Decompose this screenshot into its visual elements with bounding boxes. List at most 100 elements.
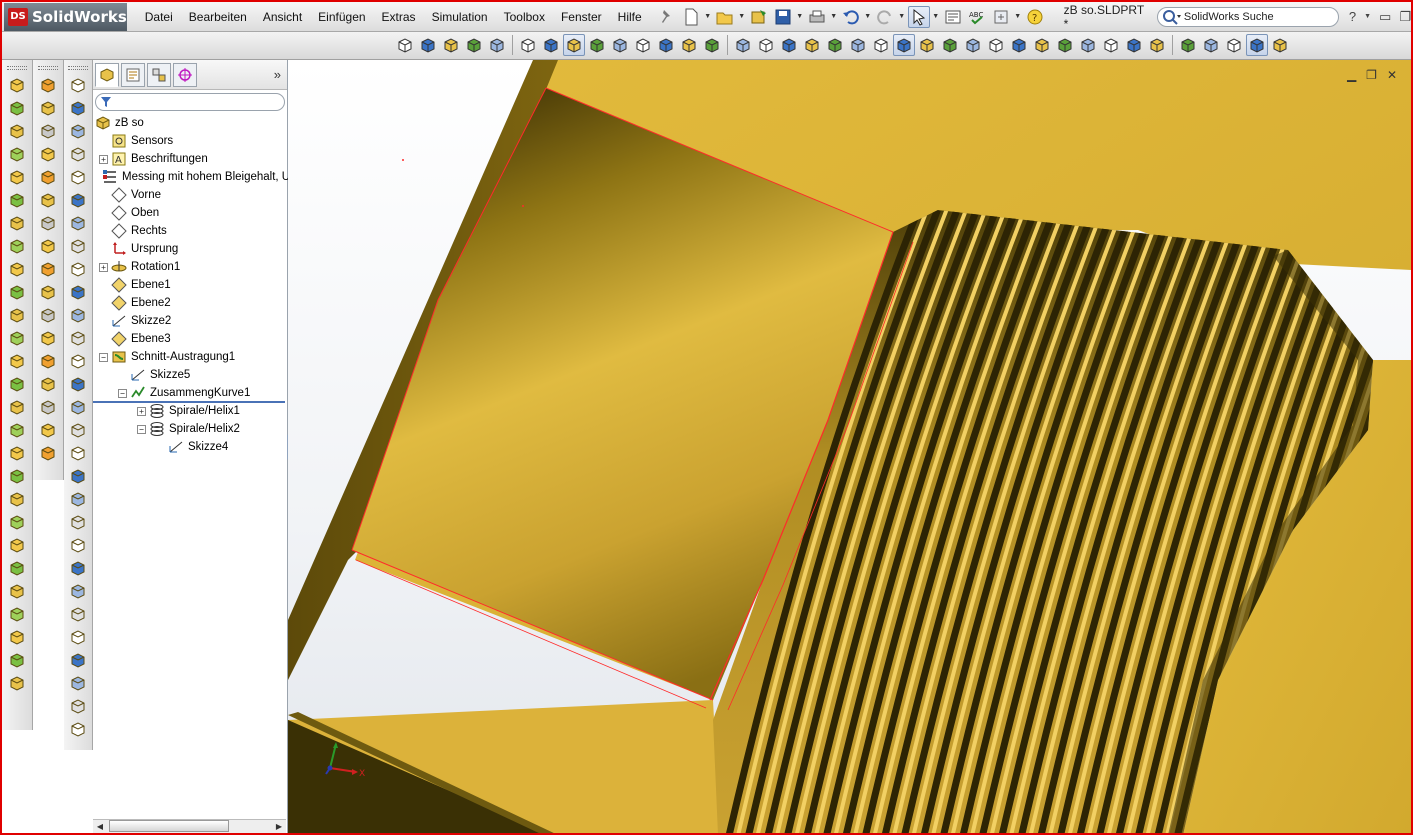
undo-dropdown-icon[interactable]: ▼ [864,13,872,20]
vtb3-tool-29-icon[interactable] [67,718,89,740]
hide-show-icon[interactable] [632,34,654,56]
spell-check-icon[interactable]: ABC [966,6,988,28]
vtb3-tool-18-icon[interactable] [67,465,89,487]
options-button[interactable] [942,6,964,28]
rebuild-button[interactable] [748,6,770,28]
vtb1-tool-7-icon[interactable] [6,212,28,234]
tab-property-manager[interactable] [121,62,145,87]
zoom-fit-icon[interactable] [394,34,416,56]
box-view-7-icon[interactable] [1146,34,1168,56]
vtb3-tool-6-icon[interactable] [67,189,89,211]
vtb1-tool-18-icon[interactable] [6,465,28,487]
vtb2-tool-6-icon[interactable] [37,189,59,211]
lightning-icon[interactable] [1246,34,1268,56]
parting-line-icon[interactable] [962,34,984,56]
scroll-right-icon[interactable]: ▶ [272,820,286,833]
open-button[interactable] [714,6,736,28]
vtb3-tool-15-icon[interactable] [67,396,89,418]
zebra-icon[interactable] [893,34,915,56]
expand-icon[interactable]: + [99,154,108,164]
previous-view-icon[interactable] [540,34,562,56]
perspective-icon[interactable] [778,34,800,56]
pan-icon[interactable] [486,34,508,56]
tree-item-zusammengkurve1[interactable]: − ZusammengKurve1 [93,384,287,402]
check-icon[interactable] [1223,34,1245,56]
view-settings-icon[interactable] [701,34,723,56]
vtb3-tool-19-icon[interactable] [67,488,89,510]
vtb2-tool-13-icon[interactable] [37,350,59,372]
vtb2-tool-17-icon[interactable] [37,442,59,464]
rollback-bar[interactable] [93,401,285,403]
box-view-1-icon[interactable] [1008,34,1030,56]
vtb3-tool-28-icon[interactable] [67,695,89,717]
help-question-icon[interactable]: ? [1349,9,1356,24]
apply-scene-icon[interactable] [678,34,700,56]
redo-button[interactable] [874,6,896,28]
vtb3-tool-8-icon[interactable] [67,235,89,257]
vtb2-tool-9-icon[interactable] [37,258,59,280]
edit-appearance-icon[interactable] [655,34,677,56]
vtb1-tool-11-icon[interactable] [6,304,28,326]
undo-button[interactable] [840,6,862,28]
restore-app-icon[interactable]: ❐ [1399,9,1411,25]
vtb2-tool-4-icon[interactable] [37,143,59,165]
pin-icon[interactable] [656,6,678,28]
box-view-5-icon[interactable] [1100,34,1122,56]
menu-ansicht[interactable]: Ansicht [255,3,310,31]
vtb1-tool-17-icon[interactable] [6,442,28,464]
vtb3-tool-22-icon[interactable] [67,557,89,579]
help-dropdown-icon[interactable]: ▼ [1364,13,1371,20]
vtb1-tool-24-icon[interactable] [6,603,28,625]
vtb1-tool-8-icon[interactable] [6,235,28,257]
vtb2-tool-7-icon[interactable] [37,212,59,234]
search-input[interactable]: SolidWorks Suche [1184,11,1274,23]
save-dropdown-icon[interactable]: ▼ [796,13,804,20]
tree-root[interactable]: zB so [93,114,287,132]
vtb3-tool-17-icon[interactable] [67,442,89,464]
vtb3-tool-2-icon[interactable] [67,97,89,119]
tree-item-schnitt-austragung1[interactable]: − Schnitt-Austragung1 [93,348,287,366]
vtb3-tool-21-icon[interactable] [67,534,89,556]
shaded-icon[interactable] [732,34,754,56]
menu-fenster[interactable]: Fenster [553,3,610,31]
vtb3-tool-14-icon[interactable] [67,373,89,395]
toolbar-grip[interactable] [68,66,88,70]
customize-toolbar-button[interactable] [990,6,1012,28]
brass-fitting-model[interactable] [288,60,1411,835]
magnet-icon[interactable] [1269,34,1291,56]
vtb2-tool-3-icon[interactable] [37,120,59,142]
measure-icon[interactable] [1177,34,1199,56]
menu-datei[interactable]: Datei [137,3,181,31]
tree-item-spirale-helix1[interactable]: + Spirale/Helix1 [93,402,287,420]
close-doc-icon[interactable]: ✕ [1387,68,1397,82]
vtb3-tool-13-icon[interactable] [67,350,89,372]
vtb1-tool-20-icon[interactable] [6,511,28,533]
box-view-4-icon[interactable] [1077,34,1099,56]
vtb3-tool-12-icon[interactable] [67,327,89,349]
print-button[interactable] [806,6,828,28]
tree-item-sensors[interactable]: Sensors [93,132,287,150]
vtb3-tool-25-icon[interactable] [67,626,89,648]
vtb2-tool-14-icon[interactable] [37,373,59,395]
collapse-icon[interactable]: − [118,388,127,398]
menu-hilfe[interactable]: Hilfe [610,3,650,31]
vtb2-tool-11-icon[interactable] [37,304,59,326]
vtb2-tool-15-icon[interactable] [37,396,59,418]
zoom-area-icon[interactable] [417,34,439,56]
tree-item-ursprung[interactable]: Ursprung [93,240,287,258]
box-view-3-icon[interactable] [1054,34,1076,56]
vtb3-tool-4-icon[interactable] [67,143,89,165]
graphics-area[interactable]: ▁ ❐ ✕ X [288,60,1411,835]
menu-simulation[interactable]: Simulation [424,3,496,31]
collapse-icon[interactable]: − [99,352,108,362]
tree-item-rechts[interactable]: Rechts [93,222,287,240]
traffic-light-icon[interactable] [1200,34,1222,56]
vtb1-tool-26-icon[interactable] [6,649,28,671]
menu-extras[interactable]: Extras [374,3,424,31]
vtb3-tool-3-icon[interactable] [67,120,89,142]
select-dropdown-icon[interactable]: ▼ [932,13,940,20]
tree-item-ebene1[interactable]: Ebene1 [93,276,287,294]
new-dropdown-icon[interactable]: ▼ [704,13,712,20]
help-bubble-icon[interactable]: ? [1024,6,1046,28]
ambient-occlusion-icon[interactable] [824,34,846,56]
